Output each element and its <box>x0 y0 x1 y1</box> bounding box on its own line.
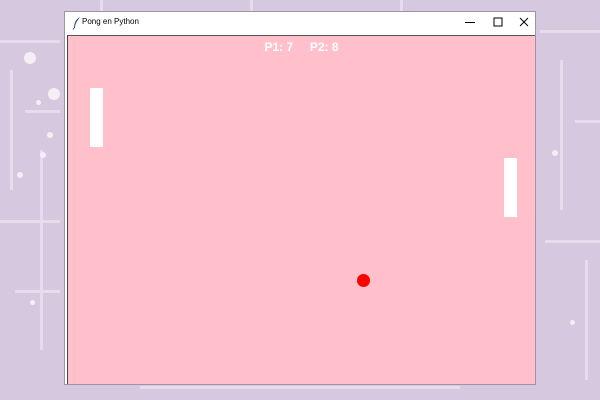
scoreboard: P1: 7 P2: 8 <box>68 40 535 54</box>
p2-score-label: P2: <box>309 40 329 54</box>
close-icon <box>519 14 529 32</box>
game-canvas[interactable]: P1: 7 P2: 8 <box>67 35 535 384</box>
maximize-button[interactable] <box>484 12 512 34</box>
right-paddle <box>504 158 517 217</box>
desktop-background: Pong en Python P1: 7 P2: 8 <box>0 0 600 400</box>
minimize-button[interactable] <box>456 12 484 34</box>
p2-score-value: 8 <box>331 40 339 54</box>
p1-score-label: P1: <box>264 40 284 54</box>
close-button[interactable] <box>510 12 538 34</box>
app-window: Pong en Python P1: 7 P2: 8 <box>65 12 535 384</box>
title-bar[interactable]: Pong en Python <box>65 12 535 34</box>
ball <box>357 274 370 287</box>
p1-score-value: 7 <box>286 40 294 54</box>
minimize-icon <box>465 14 475 32</box>
maximize-icon <box>493 14 503 32</box>
window-title: Pong en Python <box>82 17 139 26</box>
left-paddle <box>90 88 103 147</box>
